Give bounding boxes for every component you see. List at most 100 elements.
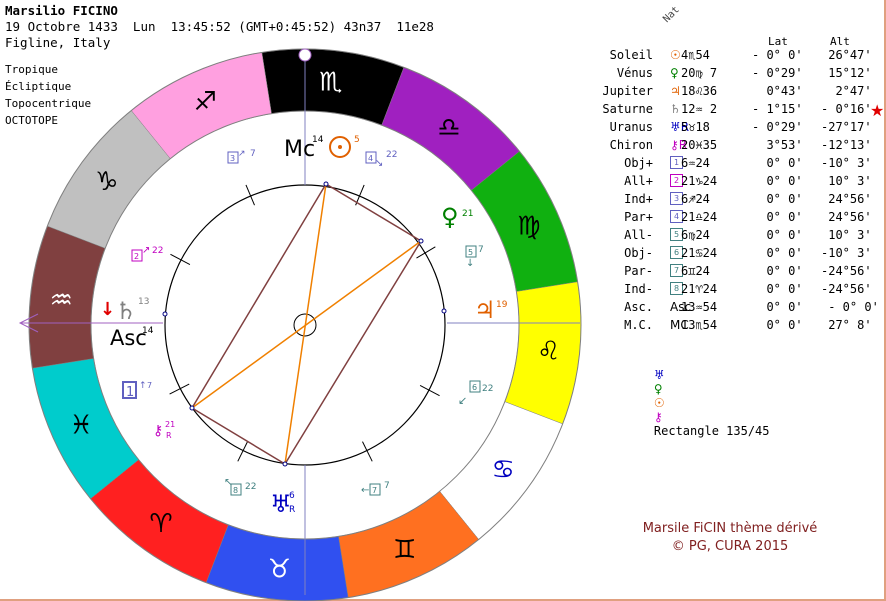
row-altitude: 2°47' (821, 84, 872, 98)
row-altitude: 24°56' (821, 192, 872, 206)
uranus-dot (282, 461, 288, 467)
chiron-retrograde: R (166, 431, 172, 440)
house-7-degree: 7 (384, 481, 390, 491)
row-altitude: 27° 8' (821, 318, 872, 332)
pattern-glyph-uranus-icon: ♅ (653, 368, 665, 382)
zodiac-sign-icon: ♒ (50, 285, 73, 315)
row-altitude: - 0° 0' (821, 300, 879, 314)
row-altitude: -10° 3' (821, 156, 872, 170)
house-6-degree: 22 (482, 384, 493, 394)
row-name: Vénus (616, 66, 653, 80)
row-name: All+ (624, 174, 653, 188)
asc-degree: 14 (142, 326, 154, 336)
chart-window: Marsilio FICINO 19 Octobre 1433 Lun 13:4… (0, 0, 886, 601)
row-latitude: 0° 0' (752, 300, 803, 314)
house-2-arrow-icon: ↗ (142, 245, 150, 256)
zodiac-sign-icon: ♋ (492, 455, 515, 485)
house-7-number: 7 (372, 486, 377, 495)
zodiac-sign-icon: ♑ (95, 167, 118, 197)
uranus-degree: 6 (289, 491, 295, 501)
house-6-number: 6 (472, 383, 477, 392)
row-latitude: 0° 0' (752, 282, 803, 296)
venus-icon: ♀ (441, 203, 459, 231)
row-name: Ind- (624, 282, 653, 296)
mc-degree: 14 (312, 135, 324, 145)
zodiac-sign-icon: ♐ (194, 87, 217, 117)
zodiac-sign-icon: ♓ (70, 411, 93, 441)
row-name: Obj- (624, 246, 653, 260)
lat-header: Lat (768, 35, 788, 48)
row-position: 13♒54 (681, 300, 718, 314)
row-name: Par- (624, 264, 653, 278)
row-altitude: 24°56' (821, 210, 872, 224)
row-glyph: ☉ (670, 48, 681, 62)
house-8-arrow-icon: ↖ (224, 477, 232, 488)
house-3-arrow-icon: ↗ (238, 149, 246, 159)
row-position: 6♒24 (681, 156, 710, 170)
row-name: Uranus (609, 120, 653, 134)
row-position: 21♈24 (681, 282, 718, 296)
row-latitude: 0° 0' (752, 192, 803, 206)
zodiac-sign-icon: ♏ (319, 67, 342, 97)
row-altitude: - 0°16' (821, 102, 872, 116)
house-8-number: 8 (233, 486, 238, 495)
row-glyph: ♄ (670, 102, 681, 116)
pattern-glyph-sun-icon: ☉ (653, 396, 665, 410)
row-altitude: 10° 3' (821, 174, 872, 188)
house-2-degree: 22 (152, 246, 163, 256)
chiron-dot (189, 405, 195, 411)
row-position: 6♊24 (681, 264, 710, 278)
aspect-venus-uranus (284, 240, 422, 465)
row-name: Chiron (609, 138, 653, 152)
row-latitude: 0° 0' (752, 246, 803, 260)
row-name: Par+ (624, 210, 653, 224)
row-altitude: -27°17' (821, 120, 872, 134)
zodiac-sign-icon: ♉ (268, 555, 291, 585)
venus-degree: 21 (462, 209, 473, 219)
row-latitude: - 0° 0' (752, 48, 803, 62)
aspect-chiron-uranus (191, 407, 286, 465)
saturn-direction-arrow-icon: ↓ (100, 299, 115, 320)
jupiter-degree: 19 (496, 300, 508, 310)
jupiter-dot (441, 308, 447, 314)
chiron-icon: ⚷ (153, 423, 163, 439)
house-8-degree: 22 (245, 482, 256, 492)
house-5-arrow-icon: ↓ (466, 258, 474, 269)
row-position: 18♌36 (681, 84, 718, 98)
row-latitude: - 0°29' (752, 66, 803, 80)
credit-block: Marsile FiCIN thème dérivé © PG, CURA 20… (600, 520, 860, 556)
row-latitude: - 0°29' (752, 120, 803, 134)
house-cusp-tick (416, 246, 436, 259)
row-glyph: ♀ (670, 66, 679, 80)
row-name: M.C. (624, 318, 653, 332)
row-name: Ind+ (624, 192, 653, 206)
pattern-glyph-chiron-icon: ⚷ (653, 410, 663, 424)
house-5-number: 5 (468, 248, 473, 257)
house-cusp-tick (170, 253, 191, 265)
zodiac-sign-icon: ♊ (393, 535, 416, 565)
row-name: Obj+ (624, 156, 653, 170)
row-position: 20♍ 7 (681, 66, 718, 80)
row-altitude: -24°56' (821, 282, 872, 296)
row-name: Asc. (624, 300, 653, 314)
row-altitude: -12°13' (821, 138, 872, 152)
house-3-number: 3 (230, 154, 235, 163)
row-altitude: -10° 3' (821, 246, 872, 260)
house-1-arrow-icon: ↑ (139, 381, 147, 391)
row-altitude: -24°56' (821, 264, 872, 278)
house-7-arrow-icon: ← (361, 485, 369, 496)
pattern-label: Rectangle 135/45 (653, 424, 770, 438)
venus-dot (418, 238, 424, 244)
house-1-number: 1 (126, 385, 134, 400)
house-6-arrow-icon: ↙ (458, 394, 467, 407)
zodiac-sign-icon: ♈ (149, 509, 172, 539)
uranus-retrograde: R (289, 505, 295, 515)
row-position: 21♋24 (681, 246, 718, 260)
astrological-wheel: ♏♎♍♌♋♊♉♈♓♒♑♐ Mc 14 5 ♀ 21 ♃ 19 ↓ ♄ 13 As… (18, 48, 582, 601)
row-position: 6♐24 (681, 192, 710, 206)
row-latitude: 0° 0' (752, 264, 803, 278)
saturn-dot (162, 311, 168, 317)
row-position: 12♒ 2 (681, 102, 718, 116)
chiron-degree: 21 (165, 420, 175, 429)
house-4-number: 4 (368, 154, 373, 163)
